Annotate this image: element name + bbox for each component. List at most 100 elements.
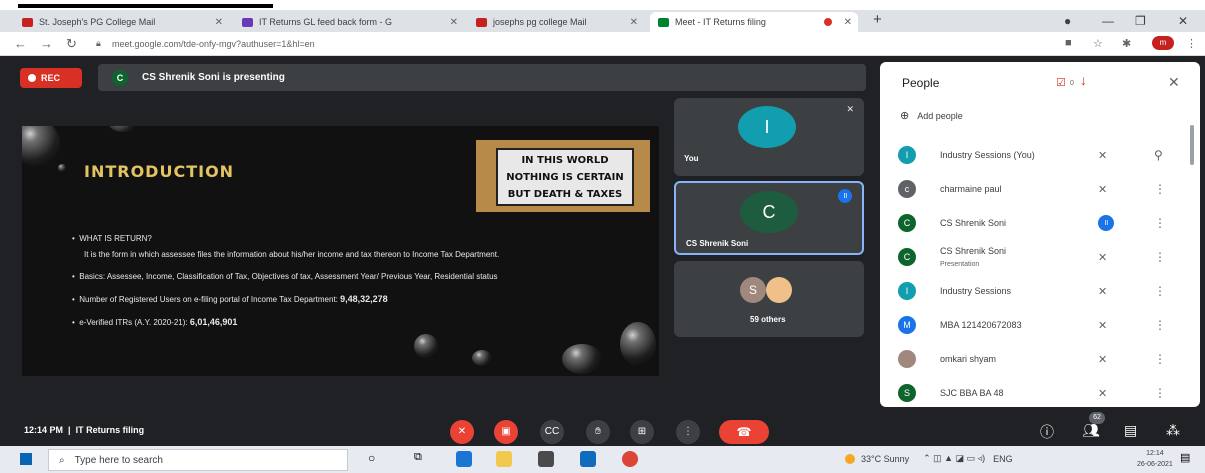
tab-st-josephs-mail[interactable]: St. Joseph's PG College Mail ✕ <box>14 12 229 32</box>
forward-icon[interactable]: → <box>40 36 53 51</box>
file-explorer-icon[interactable] <box>496 451 512 467</box>
taskbar-clock[interactable]: 12:14 26-06-2021 <box>1137 448 1173 470</box>
people-icon[interactable]: 👥︎ <box>1082 422 1100 439</box>
participant-row[interactable]: C CS Shrenik Soni ॥ ⋮ <box>898 208 1184 238</box>
participant-row[interactable]: I Industry Sessions ✕ ⋮ <box>898 276 1184 306</box>
host-controls-icon[interactable]: ☑ <box>1056 76 1066 89</box>
pin-icon[interactable]: ⚲ <box>1154 148 1163 162</box>
language-indicator[interactable]: ENG <box>993 454 1013 464</box>
you-tile[interactable]: ✕ I You <box>674 98 864 176</box>
profile-avatar[interactable]: m <box>1152 36 1174 50</box>
tab-search-icon[interactable]: ● <box>1064 14 1071 28</box>
present-button[interactable]: ⊞ <box>630 420 654 444</box>
tab-feedback-form[interactable]: IT Returns GL feed back form - G ✕ <box>234 12 464 32</box>
slide-bullets: • WHAT IS RETURN? It is the form in whic… <box>72 232 632 338</box>
presenter-tile[interactable]: ॥ C CS Shrenik Soni <box>674 181 864 255</box>
edge-icon[interactable] <box>456 451 472 467</box>
back-icon[interactable]: ← <box>14 36 27 51</box>
forms-icon <box>242 17 253 27</box>
camera-toggle-button[interactable]: ▣ <box>494 420 518 444</box>
reload-icon[interactable]: ↻ <box>66 36 77 52</box>
bubble-decoration <box>58 164 66 172</box>
bubble-decoration <box>108 126 138 132</box>
mic-off-icon: ✕ <box>1098 353 1108 366</box>
record-icon <box>28 74 36 82</box>
others-tile[interactable]: S 59 others <box>674 261 864 337</box>
add-person-icon: ⊕ <box>900 110 910 122</box>
participant-avatar: I <box>898 146 916 164</box>
close-window-icon[interactable]: ✕ <box>1178 14 1188 28</box>
more-options-icon[interactable]: ⋮ <box>1154 250 1166 264</box>
raise-hand-button[interactable]: ✋︎ <box>586 420 610 444</box>
mail-icon[interactable] <box>580 451 596 467</box>
task-view-icon[interactable]: ⧉ <box>414 451 430 467</box>
rec-label: REC <box>41 73 61 83</box>
bullet-text: WHAT IS RETURN? <box>79 234 152 243</box>
tray-icons[interactable]: ⌃ ◫ ▲ ◪ ▭ ◃) <box>923 453 985 464</box>
end-call-button[interactable]: ☎︎ <box>719 420 769 444</box>
maximize-icon[interactable]: ❐ <box>1135 14 1146 28</box>
close-icon[interactable]: ✕ <box>630 17 638 28</box>
mic-toggle-button[interactable]: ✕ <box>450 420 474 444</box>
add-people-button[interactable]: ⊕ Add people <box>900 109 963 122</box>
photo-avatar <box>766 277 792 303</box>
close-icon[interactable]: ✕ <box>215 17 223 28</box>
captions-button[interactable]: CC <box>540 420 564 444</box>
store-icon[interactable] <box>538 451 554 467</box>
participant-avatar: M <box>898 316 916 334</box>
more-options-icon[interactable]: ⋮ <box>1154 318 1166 332</box>
meeting-separator: | <box>68 425 71 435</box>
close-icon[interactable]: ✕ <box>450 17 458 28</box>
participant-row[interactable]: M MBA 121420672083 ✕ ⋮ <box>898 310 1184 340</box>
participant-row[interactable]: omkari shyam ✕ ⋮ <box>898 344 1184 374</box>
participant-row[interactable]: I Industry Sessions (You) ✕ ⚲ <box>898 140 1184 170</box>
meeting-details-icon[interactable]: ⓘ <box>1040 422 1054 442</box>
more-options-icon[interactable]: ⋮ <box>1154 352 1166 366</box>
extensions-icon[interactable]: ✱ <box>1122 37 1131 50</box>
speaking-icon: ॥ <box>1098 215 1114 231</box>
close-icon[interactable]: ✕ <box>844 17 852 28</box>
participant-avatar: I <box>898 282 916 300</box>
cortana-icon[interactable]: ○ <box>368 451 384 467</box>
new-tab-button[interactable]: + <box>873 11 882 28</box>
participant-row[interactable]: S SJC BBA BA 48 ✕ ⋮ <box>898 378 1184 408</box>
minimize-icon[interactable]: — <box>1102 14 1114 28</box>
participant-name: Industry Sessions <box>940 286 1012 296</box>
chat-icon[interactable]: ▤ <box>1124 422 1137 439</box>
people-badge: 0 <box>1070 80 1074 87</box>
system-tray: 33°C Sunny ⌃ ◫ ▲ ◪ ▭ ◃) ENG <box>845 453 1013 464</box>
activities-icon[interactable]: ⁂ <box>1166 422 1180 439</box>
tab-josephs-pg-mail[interactable]: josephs pg college Mail ✕ <box>468 12 644 32</box>
camera-icon[interactable]: ■ <box>1065 37 1072 49</box>
black-bar <box>18 4 273 8</box>
bubble-decoration <box>562 344 602 374</box>
participant-sub: Presentation <box>940 261 980 268</box>
bookmark-star-icon[interactable]: ☆ <box>1093 37 1103 50</box>
url-field[interactable]: meet.google.com/tde-onfy-mgv?authuser=1&… <box>112 36 315 52</box>
tab-meet[interactable]: Meet - IT Returns filing ✕ <box>650 12 858 32</box>
more-options-icon[interactable]: ⋮ <box>1154 386 1166 400</box>
mic-off-icon: ✕ <box>1098 285 1108 298</box>
sign-line: BUT DEATH & TAXES <box>507 188 623 200</box>
participant-row[interactable]: C CS Shrenik Soni Presentation ✕ ⋮ <box>898 242 1184 272</box>
more-options-button[interactable]: ⋮ <box>676 420 700 444</box>
more-options-icon[interactable]: ⋮ <box>1154 284 1166 298</box>
participant-row[interactable]: c charmaine paul ✕ ⋮ <box>898 174 1184 204</box>
lock-icon[interactable]: 🔒︎ <box>96 38 101 49</box>
more-options-icon[interactable]: ⋮ <box>1154 216 1166 230</box>
search-icon: ⌕ <box>59 454 65 466</box>
more-options-icon[interactable]: ⋮ <box>1154 182 1166 196</box>
menu-icon[interactable]: ⋮ <box>1186 37 1197 50</box>
meeting-name: IT Returns filing <box>75 425 145 435</box>
mic-off-icon: ✕ <box>1098 387 1108 400</box>
people-panel: People ☑ 0 ↓ ✕ ⊕ Add people I Industry Se… <box>880 62 1200 407</box>
chrome-icon[interactable] <box>622 451 638 467</box>
taskbar-search[interactable]: ⌕ Type here to search <box>48 449 348 471</box>
presentation-slide: INTRODUCTION IN THIS WORLD NOTHING IS CE… <box>22 126 659 376</box>
close-panel-button[interactable]: ✕ <box>1168 74 1180 91</box>
sign-board: IN THIS WORLD NOTHING IS CERTAIN BUT DEA… <box>496 148 634 206</box>
windows-start-icon[interactable] <box>20 453 32 465</box>
weather-text[interactable]: 33°C Sunny <box>861 454 909 464</box>
panel-scrollbar[interactable] <box>1190 125 1194 165</box>
notifications-icon[interactable]: ▤ <box>1180 451 1196 467</box>
